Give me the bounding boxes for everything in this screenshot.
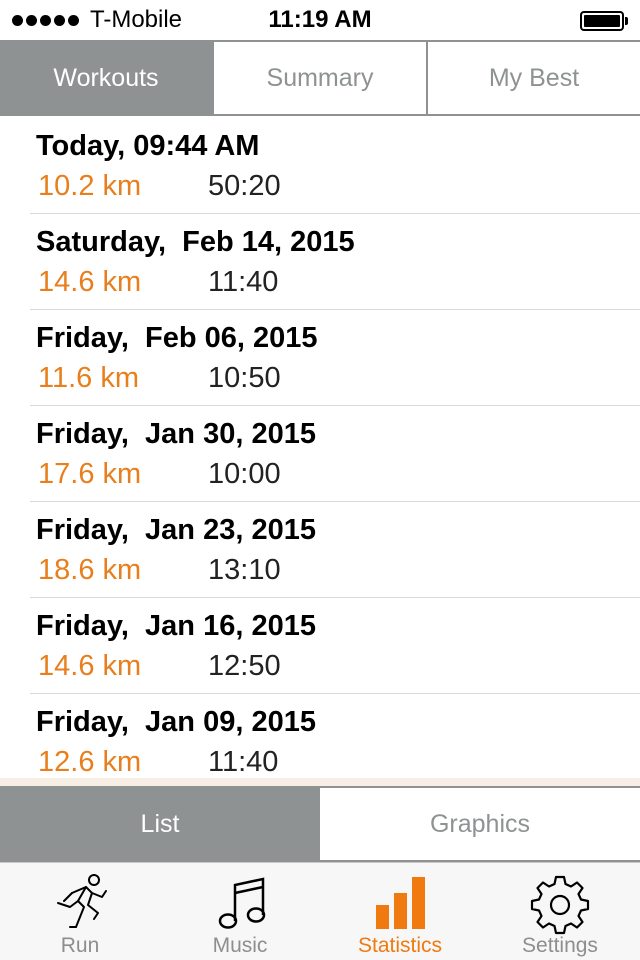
- status-time: 11:19 AM: [268, 6, 372, 33]
- workout-distance: 14.6 km: [38, 650, 142, 682]
- workout-duration: 11:40: [208, 746, 279, 778]
- top-segmented-control: Workouts Summary My Best: [0, 40, 640, 116]
- tab-bar-label: Statistics: [357, 934, 443, 957]
- workout-duration: 50:20: [208, 170, 281, 202]
- workout-date: Friday, Jan 23, 2015: [36, 514, 316, 546]
- tab-bar-item-settings[interactable]: Settings: [480, 863, 640, 960]
- workout-date: Friday, Jan 16, 2015: [36, 610, 316, 642]
- tab-bar-item-statistics[interactable]: Statistics: [320, 863, 480, 960]
- tab-my-best[interactable]: My Best: [426, 42, 640, 114]
- workout-date: Friday, Jan 09, 2015: [36, 706, 316, 738]
- workout-distance: 14.6 km: [38, 266, 142, 298]
- view-segmented-control: List Graphics: [0, 786, 640, 862]
- workout-date: Saturday, Feb 14, 2015: [36, 226, 355, 258]
- status-bar: T-Mobile 11:19 AM: [0, 0, 640, 40]
- tab-bar-label: Music: [212, 934, 268, 957]
- workout-distance: 11.6 km: [38, 362, 140, 394]
- tab-bar-label: Run: [60, 934, 100, 957]
- workout-date: Friday, Feb 06, 2015: [36, 322, 318, 354]
- workout-duration: 11:40: [208, 266, 279, 298]
- workout-row[interactable]: Saturday, Feb 14, 2015 14.6 km 11:40: [30, 214, 640, 310]
- tab-graphics[interactable]: Graphics: [320, 788, 640, 860]
- workout-distance: 12.6 km: [38, 746, 142, 778]
- app-screen: T-Mobile 11:19 AM Workouts Summary My Be…: [0, 0, 640, 960]
- gear-icon: [530, 875, 590, 935]
- workout-date: Friday, Jan 30, 2015: [36, 418, 316, 450]
- workout-row[interactable]: Friday, Feb 06, 2015 11.6 km 10:50: [30, 310, 640, 406]
- music-note-icon: [218, 877, 266, 929]
- workout-duration: 10:50: [208, 362, 281, 394]
- workout-duration: 13:10: [208, 554, 281, 586]
- tab-bar-item-music[interactable]: Music: [160, 863, 320, 960]
- workout-row[interactable]: Today, 09:44 AM 10.2 km 50:20: [30, 118, 640, 214]
- workout-duration: 10:00: [208, 458, 281, 490]
- tab-summary[interactable]: Summary: [212, 42, 426, 114]
- workout-distance: 17.6 km: [38, 458, 142, 490]
- workout-list[interactable]: Today, 09:44 AM 10.2 km 50:20 Saturday, …: [0, 118, 640, 780]
- tab-list[interactable]: List: [0, 788, 320, 860]
- workout-row[interactable]: Friday, Jan 30, 2015 17.6 km 10:00: [30, 406, 640, 502]
- workout-row[interactable]: Friday, Jan 23, 2015 18.6 km 13:10: [30, 502, 640, 598]
- workout-distance: 18.6 km: [38, 554, 142, 586]
- battery-icon: [580, 11, 628, 31]
- runner-icon: [57, 874, 107, 928]
- list-bottom-edge: [0, 778, 640, 786]
- workout-distance: 10.2 km: [38, 170, 142, 202]
- workout-date: Today, 09:44 AM: [36, 130, 260, 162]
- tab-bar-item-run[interactable]: Run: [0, 863, 160, 960]
- tab-bar: Run Music Statistics Settings: [0, 862, 640, 960]
- workout-row[interactable]: Friday, Jan 09, 2015 12.6 km 11:40: [30, 694, 640, 780]
- tab-workouts[interactable]: Workouts: [0, 42, 212, 114]
- tab-bar-label: Settings: [522, 934, 598, 957]
- workout-row[interactable]: Friday, Jan 16, 2015 14.6 km 12:50: [30, 598, 640, 694]
- workout-duration: 12:50: [208, 650, 281, 682]
- bar-chart-icon: [376, 877, 425, 929]
